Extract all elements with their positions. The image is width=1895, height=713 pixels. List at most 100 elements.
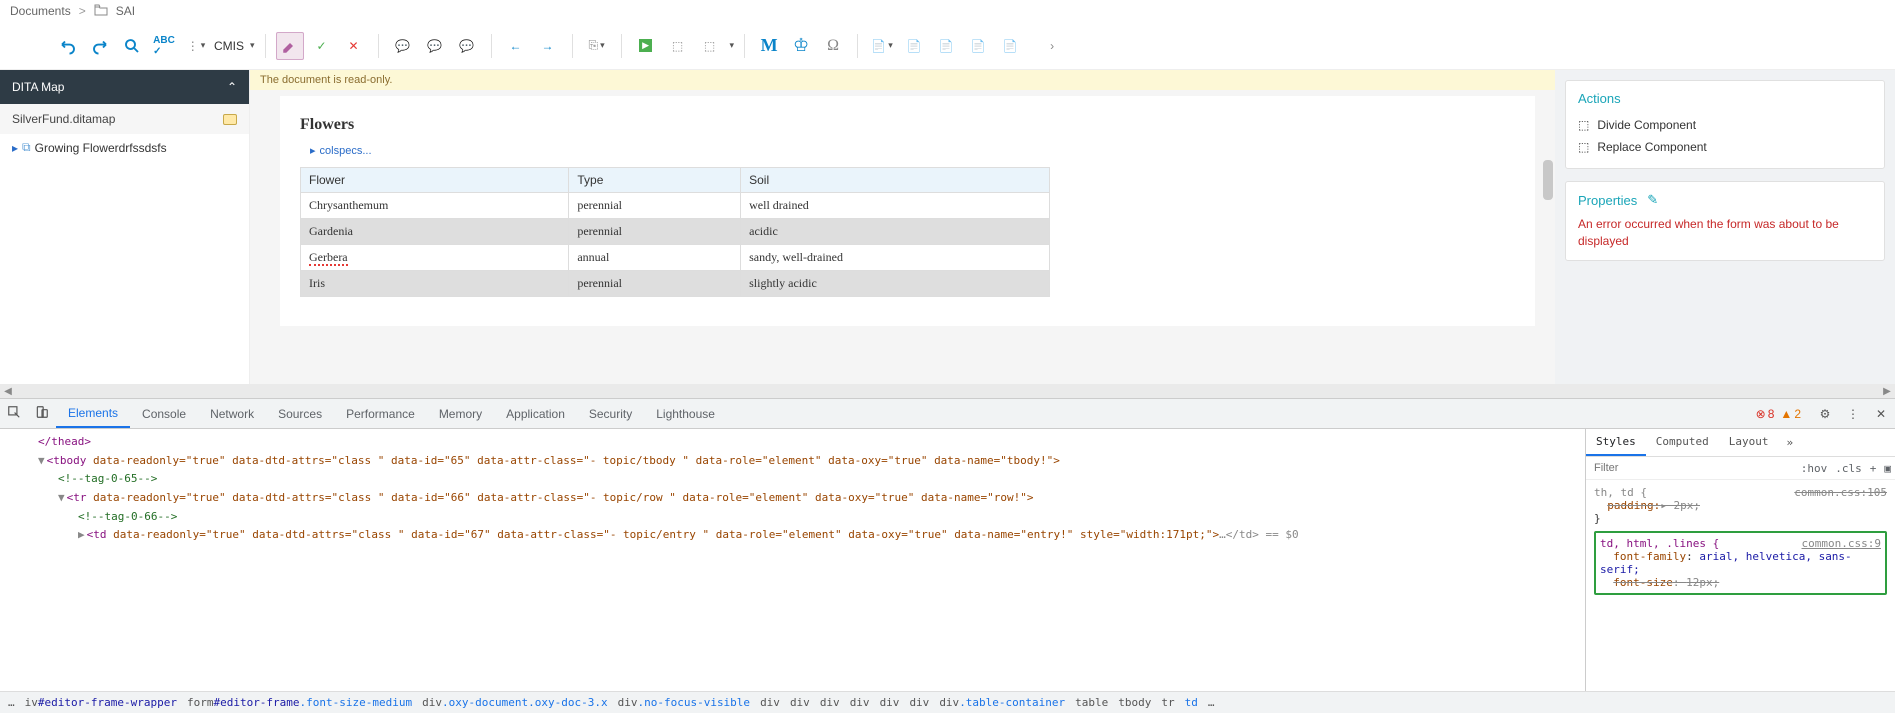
styles-rules[interactable]: common.css:105 th, td { padding:▸ 2px; }… (1586, 480, 1895, 691)
cell[interactable]: perennial (569, 219, 741, 245)
tab-sources[interactable]: Sources (266, 401, 334, 427)
dita-map-header[interactable]: DITA Map ⌃ (0, 70, 249, 104)
tab-performance[interactable]: Performance (334, 401, 427, 427)
styles-filter-input[interactable] (1586, 457, 1797, 479)
ditamap-file-row[interactable]: SilverFund.ditamap (0, 104, 249, 134)
caret-icon[interactable]: ▼ (58, 491, 65, 504)
html-tag[interactable]: <td (87, 528, 107, 541)
colspecs-toggle[interactable]: ▸ colspecs... (310, 144, 1525, 157)
crumb[interactable]: div (790, 696, 810, 709)
cell[interactable]: acidic (741, 219, 1050, 245)
comment-remove-icon[interactable]: 💬 (453, 32, 481, 60)
spellcheck-icon[interactable]: ABC✓ (150, 32, 178, 60)
warn-badge[interactable]: ▲ 2 (1780, 407, 1801, 421)
inspect-icon[interactable] (0, 405, 28, 422)
cell[interactable]: Gardenia (301, 219, 569, 245)
crumb[interactable]: div (880, 696, 900, 709)
transform-caret-icon[interactable]: ▾ (730, 40, 735, 51)
tab-lighthouse[interactable]: Lighthouse (644, 401, 727, 427)
elements-pane[interactable]: </thead> ▼<tbody data-readonly="true" da… (0, 429, 1585, 691)
add-rule-icon[interactable]: + (1866, 458, 1881, 479)
doc5-icon[interactable]: 📄 (996, 32, 1024, 60)
pencil-icon[interactable]: ✎ (1647, 192, 1658, 208)
breadcrumb-root[interactable]: Documents (10, 4, 71, 18)
comment-add-icon[interactable]: 💬 (389, 32, 417, 60)
html-comment[interactable]: <!--tag-0-65--> (58, 472, 157, 485)
more-icon[interactable]: ⋮▾ (182, 32, 210, 60)
stab-styles[interactable]: Styles (1586, 429, 1646, 456)
transform-icon[interactable]: ⬚ (664, 32, 692, 60)
doc3-icon[interactable]: 📄 (932, 32, 960, 60)
chevron-right-icon[interactable]: ▸ (12, 141, 18, 155)
doc4-icon[interactable]: 📄 (964, 32, 992, 60)
cell[interactable]: Gerbera (301, 245, 569, 271)
vertical-scrollbar[interactable] (1541, 90, 1555, 384)
kebab-icon[interactable]: ⋮ (1839, 407, 1867, 421)
crumb[interactable]: form#editor-frame.font-size-medium (187, 696, 412, 709)
crumb[interactable]: div.table-container (939, 696, 1065, 709)
crumb[interactable]: div (820, 696, 840, 709)
crumb[interactable]: div (850, 696, 870, 709)
css-rule[interactable]: common.css:105 th, td { padding:▸ 2px; } (1594, 486, 1887, 525)
search-icon[interactable] (118, 32, 146, 60)
tab-console[interactable]: Console (130, 401, 198, 427)
validate-icon[interactable]: ▶ (632, 32, 660, 60)
tab-memory[interactable]: Memory (427, 401, 494, 427)
crumb[interactable]: div (909, 696, 929, 709)
cell[interactable]: perennial (569, 193, 741, 219)
th-flower[interactable]: Flower (301, 168, 569, 193)
tab-application[interactable]: Application (494, 401, 577, 427)
tree-item[interactable]: ▸ ⧉ Growing Flowerdrfssdsfs (0, 134, 249, 161)
styles-more-icon[interactable]: » (1778, 430, 1801, 455)
arrow-left-icon[interactable]: ← (502, 32, 530, 60)
crumb[interactable]: div.no-focus-visible (618, 696, 750, 709)
track-changes-icon[interactable] (276, 32, 304, 60)
divide-component-action[interactable]: ⬚ Divide Component (1578, 114, 1872, 136)
caret-icon[interactable]: ▼ (38, 454, 45, 467)
styles-pin-icon[interactable]: ▣ (1880, 458, 1895, 479)
cell[interactable]: well drained (741, 193, 1050, 219)
doc2-icon[interactable]: 📄 (900, 32, 928, 60)
tab-security[interactable]: Security (577, 401, 644, 427)
html-tag[interactable]: <tr (67, 491, 87, 504)
copy-icon[interactable]: ⎘▾ (583, 32, 611, 60)
horizontal-scrollbar[interactable]: ◀ ▶ (0, 384, 1895, 398)
th-type[interactable]: Type (569, 168, 741, 193)
tab-elements[interactable]: Elements (56, 400, 130, 428)
html-attrs[interactable]: data-readonly="true" data-dtd-attrs="cla… (107, 528, 1220, 541)
device-icon[interactable] (28, 405, 56, 422)
css-rule-highlighted[interactable]: common.css:9 td, html, .lines { font-fam… (1594, 531, 1887, 595)
crumb[interactable]: … (8, 696, 15, 709)
cmis-caret-icon[interactable]: ▾ (250, 40, 255, 51)
replace-component-action[interactable]: ⬚ Replace Component (1578, 136, 1872, 158)
error-badge[interactable]: ⊗ 8 (1756, 407, 1775, 421)
close-icon[interactable]: ✕ (1867, 407, 1895, 421)
reject-icon[interactable]: ✕ (340, 32, 368, 60)
chevron-up-icon[interactable]: ⌃ (227, 80, 237, 94)
html-line[interactable]: </thead> (38, 435, 91, 448)
cell[interactable]: Chrysanthemum (301, 193, 569, 219)
tab-network[interactable]: Network (198, 401, 266, 427)
comment-edit-icon[interactable]: 💬 (421, 32, 449, 60)
cell[interactable]: annual (569, 245, 741, 271)
table-row[interactable]: Iris perennial slightly acidic (301, 271, 1050, 297)
crumb[interactable]: tr (1161, 696, 1174, 709)
html-comment[interactable]: <!--tag-0-66--> (78, 510, 177, 523)
crumb[interactable]: div.oxy-document.oxy-doc-3.x (422, 696, 607, 709)
arrow-right-icon[interactable]: → (534, 32, 562, 60)
stab-layout[interactable]: Layout (1719, 429, 1779, 456)
caret-icon[interactable]: ▶ (78, 528, 85, 541)
output-icon[interactable]: ⬚ (696, 32, 724, 60)
cell[interactable]: sandy, well-drained (741, 245, 1050, 271)
cell[interactable]: perennial (569, 271, 741, 297)
crumb[interactable]: iv#editor-frame-wrapper (25, 696, 177, 709)
rule-source[interactable]: common.css:105 (1794, 486, 1887, 499)
th-soil[interactable]: Soil (741, 168, 1050, 193)
chess-icon[interactable]: ♔ (787, 32, 815, 60)
crumb[interactable]: table (1075, 696, 1108, 709)
math-icon[interactable]: M (755, 32, 783, 60)
crumb[interactable]: tbody (1118, 696, 1151, 709)
scroll-left-icon[interactable]: ◀ (2, 386, 14, 397)
table-row[interactable]: Gerbera annual sandy, well-drained (301, 245, 1050, 271)
crumb[interactable]: div (760, 696, 780, 709)
